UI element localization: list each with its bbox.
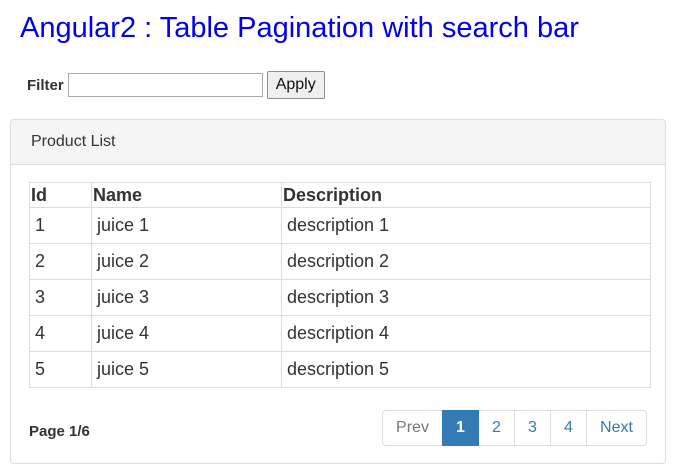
page-title: Angular2 : Table Pagination with search … bbox=[20, 12, 579, 44]
cell-description: description 3 bbox=[281, 279, 651, 316]
cell-description: description 2 bbox=[281, 243, 651, 280]
column-header-description: Description bbox=[281, 182, 651, 208]
page-button-4[interactable]: 4 bbox=[550, 410, 587, 446]
cell-description: description 1 bbox=[281, 207, 651, 244]
filter-input[interactable] bbox=[67, 73, 263, 97]
filter-bar: Filter Apply bbox=[27, 71, 325, 99]
cell-id: 4 bbox=[29, 315, 92, 352]
cell-id: 1 bbox=[29, 207, 92, 244]
page-button-2[interactable]: 2 bbox=[478, 410, 515, 446]
product-list-panel: Product List Id Name Description 1 juice… bbox=[10, 119, 666, 464]
cell-id: 2 bbox=[29, 243, 92, 280]
page-button-1[interactable]: 1 bbox=[442, 410, 479, 446]
cell-name: juice 3 bbox=[91, 279, 282, 316]
prev-page-button[interactable]: Prev bbox=[382, 410, 443, 446]
table-row: 3 juice 3 description 3 bbox=[29, 279, 651, 316]
cell-name: juice 1 bbox=[91, 207, 282, 244]
pagination: Prev 1 2 3 4 Next bbox=[382, 410, 647, 446]
table-row: 1 juice 1 description 1 bbox=[29, 207, 651, 244]
column-header-name: Name bbox=[91, 182, 282, 208]
cell-id: 5 bbox=[29, 351, 92, 388]
table-header-row: Id Name Description bbox=[29, 182, 651, 208]
cell-name: juice 5 bbox=[91, 351, 282, 388]
panel-heading: Product List bbox=[11, 120, 665, 165]
cell-id: 3 bbox=[29, 279, 92, 316]
table-row: 4 juice 4 description 4 bbox=[29, 315, 651, 352]
cell-description: description 4 bbox=[281, 315, 651, 352]
table-row: 2 juice 2 description 2 bbox=[29, 243, 651, 280]
next-page-button[interactable]: Next bbox=[586, 410, 647, 446]
filter-label: Filter bbox=[27, 76, 64, 94]
page-button-3[interactable]: 3 bbox=[514, 410, 551, 446]
cell-name: juice 4 bbox=[91, 315, 282, 352]
apply-button[interactable]: Apply bbox=[266, 71, 325, 99]
table-row: 5 juice 5 description 5 bbox=[29, 351, 651, 388]
products-table: Id Name Description 1 juice 1 descriptio… bbox=[29, 182, 651, 388]
page-indicator: Page 1/6 bbox=[29, 423, 90, 440]
cell-name: juice 2 bbox=[91, 243, 282, 280]
cell-description: description 5 bbox=[281, 351, 651, 388]
column-header-id: Id bbox=[29, 182, 92, 208]
